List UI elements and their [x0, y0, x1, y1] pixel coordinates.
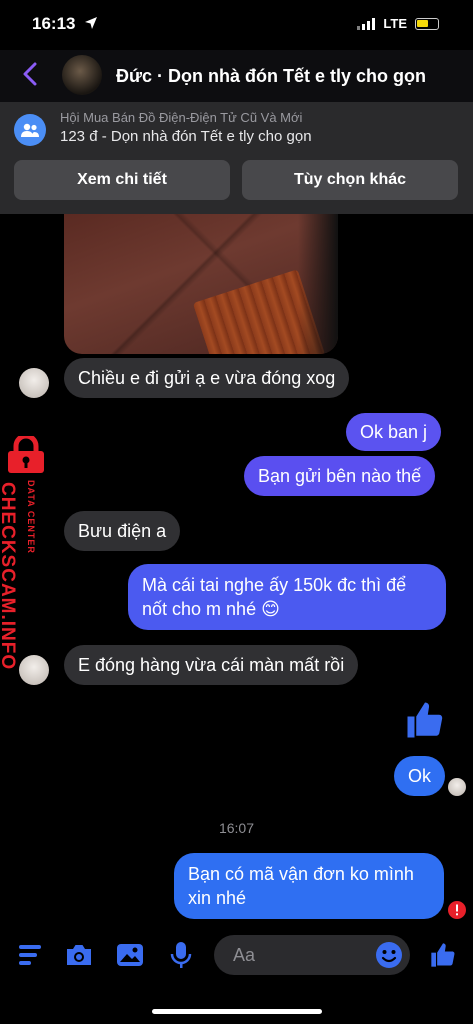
watermark-tag: DATA CENTER — [26, 480, 36, 554]
back-icon[interactable] — [22, 62, 38, 89]
sender-avatar[interactable] — [19, 368, 49, 398]
status-right: LTE — [357, 16, 439, 31]
view-details-button[interactable]: Xem chi tiết — [14, 160, 230, 200]
like-icon[interactable] — [404, 699, 446, 746]
network-label: LTE — [383, 16, 407, 31]
menu-icon[interactable] — [16, 940, 46, 970]
message-line: Mà cái tai nghe ấy 150k đc thì để — [142, 575, 407, 595]
message-incoming[interactable]: E đóng hàng vừa cái màn mất rồi — [64, 645, 359, 685]
message-outgoing[interactable]: Bạn gửi bên nào thế — [244, 456, 436, 496]
message-incoming[interactable]: Chiều e đi gửi ạ e vừa đóng xog — [64, 358, 350, 398]
message-line: Bạn có mã vận đơn ko mình — [188, 864, 414, 884]
gallery-icon[interactable] — [115, 940, 145, 970]
chat-title[interactable]: Đức · Dọn nhà đón Tết e tly cho gọn — [116, 66, 426, 87]
home-indicator[interactable] — [152, 1009, 322, 1014]
message-outgoing[interactable]: Ok — [394, 756, 446, 796]
like-icon[interactable] — [428, 940, 458, 970]
signal-icon — [357, 17, 376, 30]
group-icon — [14, 114, 46, 146]
sender-avatar[interactable] — [19, 655, 49, 685]
message-input-placeholder: Aa — [233, 945, 256, 965]
more-options-button[interactable]: Tùy chọn khác — [242, 160, 458, 200]
mic-icon[interactable] — [166, 940, 196, 970]
emoji-icon[interactable] — [374, 940, 404, 970]
camera-icon[interactable] — [64, 940, 94, 970]
status-time: 16:13 — [32, 14, 76, 33]
error-icon[interactable] — [448, 901, 466, 924]
message-timestamp: 16:07 — [218, 820, 255, 836]
lock-logo-icon — [4, 433, 48, 479]
message-outgoing[interactable]: Ok ban j — [346, 413, 442, 451]
message-line: nốt cho m nhé 😊 — [142, 599, 280, 619]
listing-summary: 123 đ - Dọn nhà đón Tết e tly cho gọn — [60, 128, 312, 145]
shared-photo[interactable] — [64, 214, 338, 354]
location-arrow-icon — [84, 16, 98, 35]
message-incoming[interactable]: Bưu điện a — [64, 511, 181, 551]
watermark-brand: CHECKSCAM.INFO — [0, 482, 18, 671]
contact-avatar[interactable] — [62, 55, 102, 95]
listing-group: Hội Mua Bán Đồ Điện-Điện Tử Cũ Và Mới — [60, 110, 303, 125]
message-line: xin nhé — [188, 888, 247, 908]
message-outgoing[interactable]: Bạn có mã vận đơn ko mình xin nhé — [174, 853, 444, 919]
seen-avatar — [448, 778, 466, 796]
message-outgoing[interactable]: Mà cái tai nghe ấy 150k đc thì để nốt ch… — [128, 564, 446, 630]
battery-icon — [415, 17, 439, 30]
